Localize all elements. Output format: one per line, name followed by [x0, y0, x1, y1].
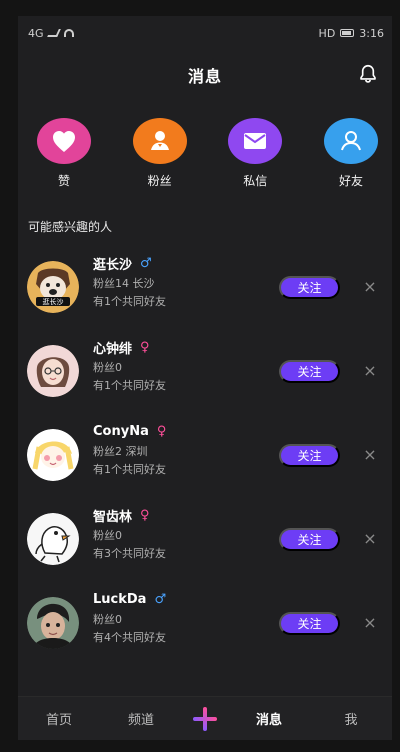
nav-me[interactable]: 我: [319, 709, 383, 728]
quick-actions: 赞 粉丝 私信 好友: [18, 100, 392, 210]
follow-button[interactable]: 关注: [279, 275, 340, 299]
battery-icon: [340, 29, 355, 37]
avatar[interactable]: [27, 513, 79, 565]
avatar[interactable]: [27, 429, 79, 481]
close-icon[interactable]: ×: [363, 615, 377, 631]
user-info: 智齿林 ♀ 粉丝0 有3个共同好友: [93, 505, 166, 561]
heart-icon: [53, 131, 75, 152]
user-info: 逛长沙 ♂ 粉丝14 长沙 有1个共同好友: [93, 253, 166, 309]
signal-icon: [46, 29, 61, 37]
female-icon: ♀: [140, 507, 150, 523]
user-name-line: 心钟绯 ♀: [93, 337, 166, 357]
follow-button[interactable]: 关注: [279, 443, 340, 467]
private-message-entry[interactable]: 私信: [226, 118, 284, 210]
user-name[interactable]: LuckDa: [93, 592, 146, 607]
user-meta: 粉丝0: [93, 361, 122, 374]
user-info: 心钟绯 ♀ 粉丝0 有1个共同好友: [93, 337, 166, 393]
page-title: 消息: [187, 67, 222, 86]
device-frame: 4G HD 3:16 消息 赞 粉丝 私信 好友 可能感兴趣的人 逛长沙 逛长沙…: [0, 0, 400, 752]
user-group-icon: [150, 131, 169, 150]
close-icon[interactable]: ×: [363, 447, 377, 463]
friend-icon: [341, 131, 361, 151]
nav-home[interactable]: 首页: [27, 709, 91, 728]
private-message-circle: [228, 118, 283, 164]
user-name-line: LuckDa ♂: [93, 589, 166, 609]
like-entry[interactable]: 赞: [35, 118, 93, 210]
fans-entry[interactable]: 粉丝: [131, 118, 189, 210]
status-left: 4G: [28, 27, 74, 40]
fans-label: 粉丝: [147, 174, 172, 188]
friends-circle: [323, 118, 378, 164]
page-header: 消息: [18, 50, 392, 100]
like-circle: [37, 118, 91, 164]
recommend-section-title: 可能感兴趣的人: [28, 220, 113, 234]
user-name-line: 智齿林 ♀: [93, 505, 166, 525]
user-row[interactable]: 逛长沙 逛长沙 ♂ 粉丝14 长沙 有1个共同好友 关注 ×: [18, 245, 392, 329]
status-right: HD 3:16: [319, 27, 384, 40]
bottom-navigation: 首页 频道 消息 我: [18, 696, 392, 740]
follow-button[interactable]: 关注: [279, 359, 340, 383]
user-name[interactable]: ConyNa: [93, 424, 149, 439]
close-icon[interactable]: ×: [363, 363, 377, 379]
nav-messages[interactable]: 消息: [237, 709, 301, 728]
status-bar: 4G HD 3:16: [18, 16, 392, 50]
add-icon[interactable]: [191, 705, 219, 733]
male-icon: ♂: [154, 591, 167, 607]
mail-icon: [244, 133, 267, 149]
avatar[interactable]: 逛长沙: [27, 261, 79, 313]
avatar[interactable]: [27, 597, 79, 649]
avatar[interactable]: [27, 345, 79, 397]
user-row[interactable]: ConyNa ♀ 粉丝2 深圳 有1个共同好友 关注 ×: [18, 413, 392, 497]
user-name[interactable]: 逛长沙: [93, 254, 132, 273]
female-icon: ♀: [156, 423, 167, 439]
female-icon: ♀: [140, 339, 150, 355]
wifi-icon: [63, 29, 74, 37]
network-label: 4G: [28, 26, 44, 40]
user-meta: 粉丝0: [93, 529, 122, 542]
male-icon: ♂: [140, 255, 152, 271]
follow-button[interactable]: 关注: [279, 611, 340, 635]
friends-entry[interactable]: 好友: [322, 118, 380, 210]
bell-icon[interactable]: [356, 62, 380, 86]
like-label: 赞: [57, 174, 70, 188]
private-message-label: 私信: [243, 174, 268, 188]
user-row[interactable]: 心钟绯 ♀ 粉丝0 有1个共同好友 关注 ×: [18, 329, 392, 413]
close-icon[interactable]: ×: [363, 279, 377, 295]
user-name[interactable]: 智齿林: [93, 506, 132, 525]
svg-text:逛长沙: 逛长沙: [43, 297, 64, 306]
status-time: 3:16: [359, 26, 384, 40]
user-meta: 粉丝2 深圳: [93, 445, 148, 458]
nav-channel[interactable]: 频道: [109, 709, 173, 728]
mutual-friends: 有1个共同好友: [93, 295, 166, 308]
user-info: LuckDa ♂ 粉丝0 有4个共同好友: [93, 589, 166, 645]
user-name-line: 逛长沙 ♂: [93, 253, 166, 273]
message-screen: 4G HD 3:16 消息 赞 粉丝 私信 好友 可能感兴趣的人 逛长沙 逛长沙…: [18, 16, 392, 740]
user-name-line: ConyNa ♀: [93, 421, 166, 441]
user-row[interactable]: LuckDa ♂ 粉丝0 有4个共同好友 关注 ×: [18, 581, 392, 665]
mutual-friends: 有4个共同好友: [93, 631, 166, 644]
friends-label: 好友: [338, 174, 363, 188]
close-icon[interactable]: ×: [363, 531, 377, 547]
user-row[interactable]: 智齿林 ♀ 粉丝0 有3个共同好友 关注 ×: [18, 497, 392, 581]
user-meta: 粉丝0: [93, 613, 122, 626]
mutual-friends: 有1个共同好友: [93, 463, 166, 476]
user-meta: 粉丝14 长沙: [93, 277, 155, 290]
mutual-friends: 有1个共同好友: [93, 379, 166, 392]
user-info: ConyNa ♀ 粉丝2 深圳 有1个共同好友: [93, 421, 166, 477]
fans-circle: [132, 118, 187, 164]
mutual-friends: 有3个共同好友: [93, 547, 166, 560]
follow-button[interactable]: 关注: [279, 527, 340, 551]
hd-label: HD: [318, 26, 336, 40]
user-name[interactable]: 心钟绯: [93, 338, 132, 357]
